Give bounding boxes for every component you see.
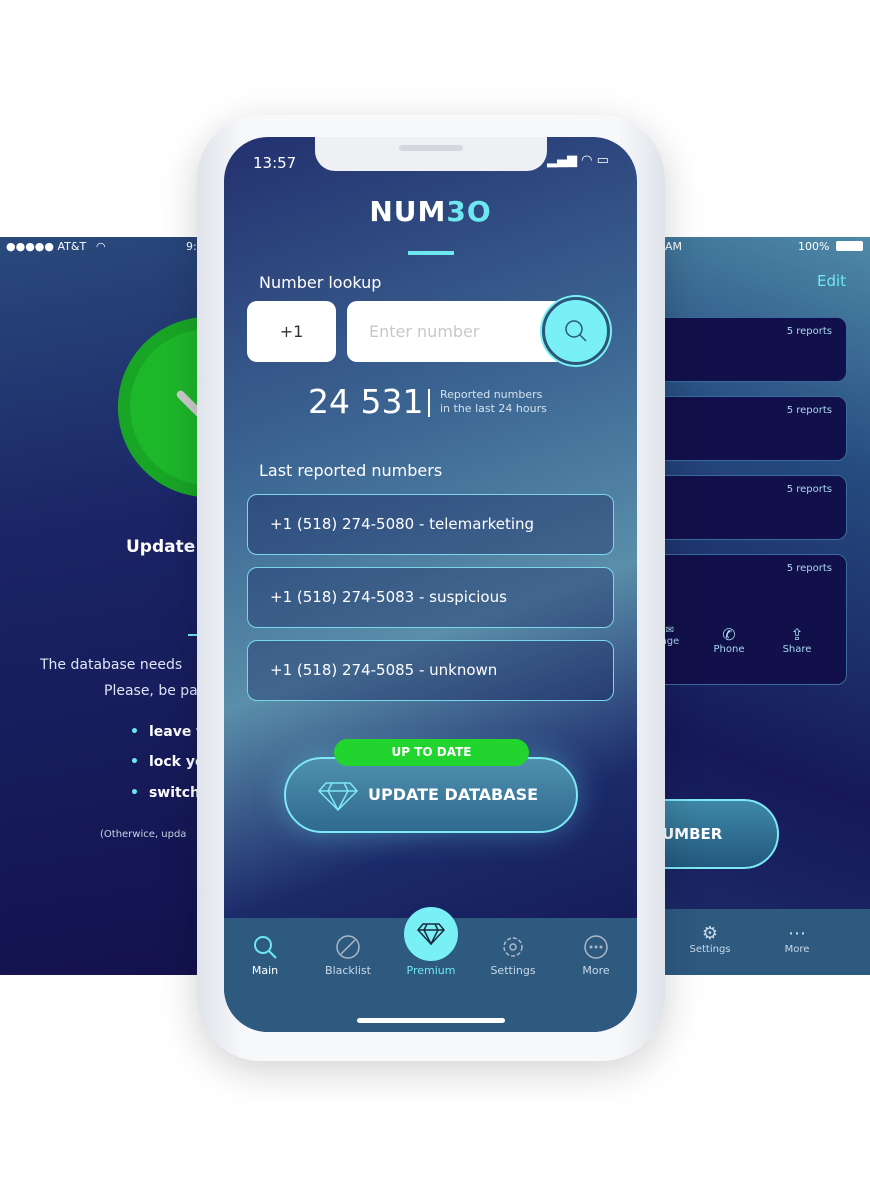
action-label: Phone (713, 644, 745, 655)
notch (315, 137, 547, 171)
tab-settings[interactable]: Settings (478, 934, 548, 977)
premium-button[interactable] (404, 907, 458, 961)
report-card-expanded[interactable]: 5 reports (665, 554, 847, 685)
phone-frame: 13:57 ▂▄▆ ◠ ▭ NUM3O Number lookup +1 24 … (197, 115, 665, 1061)
report-number-button[interactable]: UMBER (665, 799, 779, 869)
time-label: 9: (186, 240, 197, 253)
time-label: AM (665, 240, 683, 253)
report-card[interactable]: 5 reports (665, 396, 847, 461)
reported-count: 24 531 (308, 382, 424, 421)
phone-icon: ✆ (722, 625, 736, 644)
battery-icon (836, 241, 863, 251)
note-text: (Otherwice, upda (100, 829, 187, 840)
gear-icon: ⚙ (701, 923, 719, 944)
divider (428, 389, 430, 417)
diamond-icon (417, 923, 445, 946)
gear-icon (503, 937, 523, 957)
more-icon (584, 935, 608, 959)
status-badge: UP TO DATE (334, 739, 529, 766)
wifi-icon: ◠ (96, 240, 106, 253)
reported-number-item[interactable]: +1 (518) 274-5083 - suspicious (247, 567, 614, 628)
lookup-label: Number lookup (259, 273, 382, 292)
caption-line: in the last 24 hours (440, 402, 547, 415)
status-time: 13:57 (253, 154, 297, 172)
carrier-label: ●●●●● AT&T (6, 240, 87, 253)
search-button[interactable] (542, 297, 610, 365)
share-icon: ⇪ (790, 625, 804, 644)
phone-action[interactable]: ✆ Phone (704, 625, 754, 655)
tab-more[interactable]: ⋯ More (767, 923, 827, 955)
search-icon (254, 936, 277, 959)
tab-more[interactable]: More (561, 934, 631, 977)
left-background-screen: ●●●●● AT&T ◠ 9: Update The database need… (0, 237, 200, 975)
tab-label: Premium (406, 964, 456, 977)
tab-settings[interactable]: ⚙ Settings (680, 923, 740, 955)
battery-label: 100% (798, 240, 830, 253)
diamond-icon (318, 782, 358, 811)
tab-main[interactable]: Main (230, 934, 300, 977)
update-button-label: UPDATE DATABASE (368, 785, 539, 804)
tab-label: More (784, 944, 810, 955)
main-screen: 13:57 ▂▄▆ ◠ ▭ NUM3O Number lookup +1 24 … (224, 137, 637, 1032)
reports-count: 5 reports (786, 563, 832, 574)
block-icon (336, 935, 360, 959)
tab-bar: ⚙ Settings ⋯ More (665, 909, 870, 975)
tab-label: Settings (689, 944, 731, 955)
logo-underline (408, 251, 454, 255)
report-card[interactable]: 5 reports (665, 475, 847, 540)
home-indicator[interactable] (357, 1018, 505, 1023)
country-code-select[interactable]: +1 (247, 301, 336, 362)
tab-label: Settings (490, 964, 536, 977)
info-text: The database needs (40, 657, 183, 673)
update-title: Update (126, 537, 196, 557)
tab-label: Main (251, 964, 279, 977)
last-reported-label: Last reported numbers (259, 461, 443, 480)
reported-number-item[interactable]: +1 (518) 274-5085 - unknown (247, 640, 614, 701)
search-icon (565, 320, 587, 342)
speaker (399, 145, 463, 151)
edit-button[interactable]: Edit (817, 272, 846, 290)
message-action[interactable]: ✉age (665, 625, 695, 647)
reported-number-item[interactable]: +1 (518) 274-5080 - telemarketing (247, 494, 614, 555)
tab-blacklist[interactable]: Blacklist (313, 934, 383, 977)
caption-line: Reported numbers (440, 388, 543, 401)
bullet-item: lock yo (130, 754, 200, 770)
update-database-button[interactable]: UPDATE DATABASE (284, 757, 578, 833)
message-icon: ✉ (665, 625, 675, 636)
app-logo: NUM3O (369, 195, 492, 228)
right-background-screen: AM 100% Edit 5 reports 5 reports 5 repor… (665, 237, 870, 975)
bullet-item: switch (130, 785, 200, 801)
reported-caption: Reported numbers in the last 24 hours (440, 388, 547, 416)
info-text: Please, be pa (104, 683, 198, 699)
more-icon: ⋯ (788, 923, 806, 944)
reports-count: 5 reports (786, 405, 832, 416)
share-action[interactable]: ⇪ Share (772, 625, 822, 655)
action-label: Share (782, 644, 812, 655)
action-label: age (665, 636, 680, 647)
bullet-item: leave t (130, 724, 200, 740)
reports-count: 5 reports (786, 326, 832, 337)
reports-count: 5 reports (786, 484, 832, 495)
tab-label: More (582, 964, 610, 977)
signal-wifi-battery-icon: ▂▄▆ ◠ ▭ (547, 153, 609, 168)
tab-label: Blacklist (325, 964, 371, 977)
report-card[interactable]: 5 reports (665, 317, 847, 382)
